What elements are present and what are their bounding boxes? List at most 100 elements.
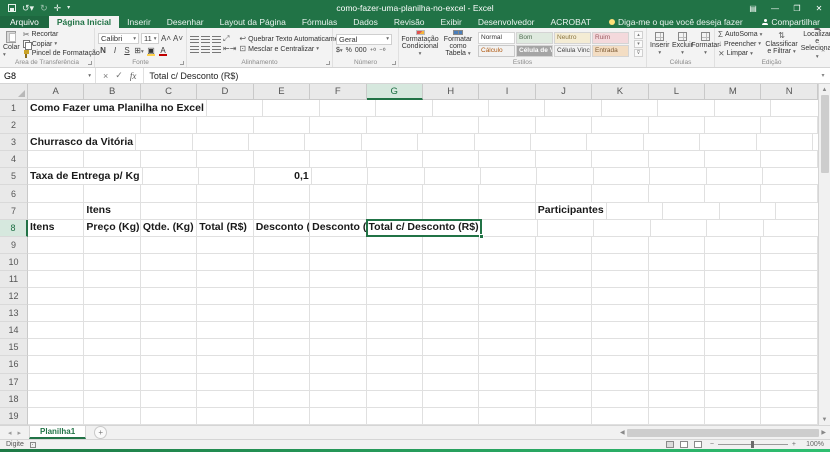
cell-n18[interactable]: [761, 391, 817, 408]
cell-k6[interactable]: [592, 185, 648, 202]
zoom-percentage[interactable]: 100%: [800, 441, 824, 448]
fill-handle[interactable]: [479, 234, 484, 239]
cell-n16[interactable]: [761, 356, 817, 373]
indent-icon[interactable]: ⇤⇥: [223, 45, 236, 53]
cell-f10[interactable]: [310, 254, 366, 271]
cell-f16[interactable]: [310, 356, 366, 373]
cell-d10[interactable]: [197, 254, 253, 271]
cell-c1[interactable]: [263, 100, 319, 117]
horizontal-scrollbar-thumb[interactable]: [627, 429, 820, 437]
decrease-decimal-icon[interactable]: ⁻⁰: [379, 47, 386, 55]
cell-k16[interactable]: [592, 356, 648, 373]
cell-style-c-lula-vincu[interactable]: Célula Vincu...: [554, 45, 591, 57]
share-button[interactable]: Compartilhar: [762, 16, 830, 28]
macro-record-icon[interactable]: [30, 442, 36, 448]
name-box-dropdown-icon[interactable]: ▾: [88, 73, 91, 79]
collapse-ribbon-icon[interactable]: ⌃: [820, 49, 826, 57]
zoom-slider-thumb[interactable]: [751, 441, 754, 448]
cell-a4[interactable]: [28, 151, 84, 168]
align-right-icon[interactable]: [212, 46, 221, 53]
cell-a1[interactable]: Como Fazer uma Planilha no Excel: [28, 100, 207, 117]
autosum-button[interactable]: ΣAutoSoma ▾: [718, 31, 762, 39]
cell-c16[interactable]: [141, 356, 197, 373]
cell-h10[interactable]: [423, 254, 479, 271]
cell-m17[interactable]: [705, 374, 761, 391]
cell-b19[interactable]: [84, 408, 140, 425]
prev-sheet-icon[interactable]: ◂: [8, 429, 12, 437]
cell-j14[interactable]: [536, 322, 592, 339]
cell-f8[interactable]: Desconto (: [310, 220, 366, 237]
copy-button[interactable]: Copiar ▾: [23, 40, 100, 48]
cell-a7[interactable]: [28, 203, 84, 220]
cell-d7[interactable]: [197, 203, 253, 220]
normal-view-icon[interactable]: [666, 441, 674, 448]
cell-b14[interactable]: [84, 322, 140, 339]
alignment-dialog-launcher[interactable]: [326, 61, 330, 65]
cell-m5[interactable]: [763, 168, 819, 185]
increase-font-icon[interactable]: A˄: [161, 34, 171, 43]
cell-g1[interactable]: [489, 100, 545, 117]
cell-e4[interactable]: [254, 151, 310, 168]
cell-j13[interactable]: [536, 305, 592, 322]
cell-m10[interactable]: [705, 254, 761, 271]
cell-n2[interactable]: [761, 117, 817, 134]
cell-k4[interactable]: [592, 151, 648, 168]
accounting-format-icon[interactable]: $▾: [336, 47, 343, 54]
format-painter-button[interactable]: Pincel de Formatação: [23, 50, 100, 58]
cell-e6[interactable]: [254, 185, 310, 202]
row-header-2[interactable]: 2: [0, 117, 28, 134]
column-header-m[interactable]: M: [705, 84, 761, 100]
gallery-down-icon[interactable]: ▾: [634, 40, 643, 48]
cell-i7[interactable]: [479, 203, 535, 220]
align-top-icon[interactable]: [190, 36, 199, 43]
cell-i16[interactable]: [479, 356, 535, 373]
row-header-15[interactable]: 15: [0, 339, 28, 356]
cell-l10[interactable]: [649, 254, 705, 271]
cell-style-c-lculo[interactable]: Cálculo: [478, 45, 515, 57]
cell-c9[interactable]: [141, 237, 197, 254]
cell-i10[interactable]: [479, 254, 535, 271]
cell-c6[interactable]: [141, 185, 197, 202]
cell-m2[interactable]: [705, 117, 761, 134]
format-cells-button[interactable]: Formatar▾: [695, 30, 715, 58]
cell-l5[interactable]: [707, 168, 763, 185]
cell-m14[interactable]: [705, 322, 761, 339]
cell-e2[interactable]: [254, 117, 310, 134]
cell-g17[interactable]: [367, 374, 423, 391]
cell-style-entrada[interactable]: Entrada: [592, 45, 629, 57]
close-icon[interactable]: ✕: [808, 4, 830, 13]
scroll-left-icon[interactable]: ◀: [620, 429, 625, 436]
cell-e1[interactable]: [376, 100, 432, 117]
cell-j10[interactable]: [536, 254, 592, 271]
cell-n10[interactable]: [761, 254, 817, 271]
cell-e5[interactable]: [312, 168, 368, 185]
cell-i18[interactable]: [479, 391, 535, 408]
align-left-icon[interactable]: [190, 46, 199, 53]
zoom-slider[interactable]: [718, 444, 788, 445]
cell-l9[interactable]: [649, 237, 705, 254]
cell-m12[interactable]: [705, 288, 761, 305]
borders-icon[interactable]: ⊞▾: [134, 46, 144, 55]
cell-b9[interactable]: [84, 237, 140, 254]
cell-style-ruim[interactable]: Ruim: [592, 32, 629, 44]
cell-style-neutro[interactable]: Neutro: [554, 32, 591, 44]
cell-h5[interactable]: [481, 168, 537, 185]
font-dialog-launcher[interactable]: [180, 61, 184, 65]
cell-f4[interactable]: [310, 151, 366, 168]
cell-j16[interactable]: [536, 356, 592, 373]
cell-g15[interactable]: [367, 339, 423, 356]
tab-p-gina-inicial[interactable]: Página Inicial: [49, 16, 119, 28]
cell-b10[interactable]: [84, 254, 140, 271]
cell-d3[interactable]: [249, 134, 305, 151]
column-header-a[interactable]: A: [28, 84, 84, 100]
cell-h18[interactable]: [423, 391, 479, 408]
column-header-c[interactable]: C: [141, 84, 197, 100]
redo-icon[interactable]: ↻: [40, 4, 48, 13]
scroll-up-icon[interactable]: ▲: [822, 84, 828, 95]
cell-b1[interactable]: [207, 100, 263, 117]
cell-l19[interactable]: [649, 408, 705, 425]
ribbon-display-options-icon[interactable]: ▤: [742, 4, 764, 13]
cell-k18[interactable]: [592, 391, 648, 408]
cell-a8[interactable]: Itens: [28, 220, 84, 237]
cell-c14[interactable]: [141, 322, 197, 339]
